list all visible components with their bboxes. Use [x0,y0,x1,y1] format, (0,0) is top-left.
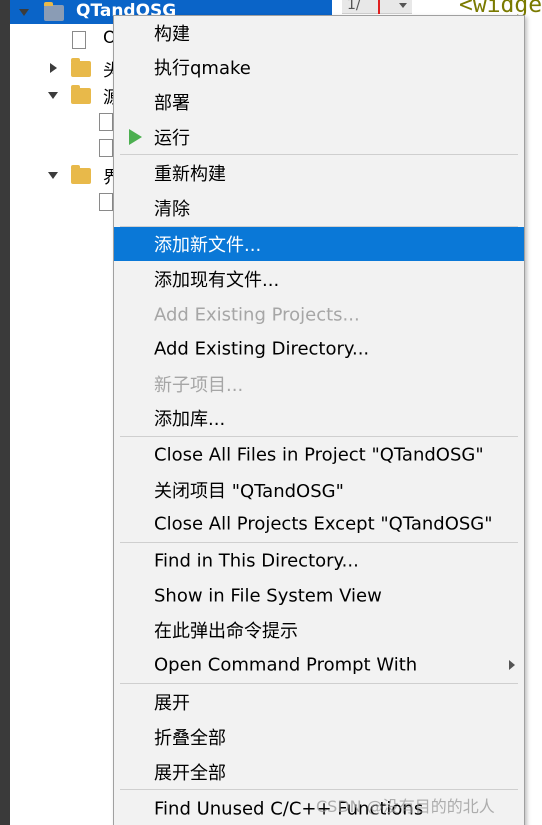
menu-item[interactable]: 关闭项目 "QTandOSG" [114,473,524,507]
project-folder-icon [44,2,64,21]
menu-item: 新子项目... [114,367,524,401]
menu-item-label: 在此弹出命令提示 [154,621,298,642]
menu-separator [120,436,518,437]
menu-item[interactable]: 重新构建 [114,156,524,190]
forms-folder-icon [71,165,91,184]
menu-item-label: Add Existing Directory... [154,338,370,360]
watermark-text: CSDN @没有目的的北人 [316,797,495,816]
menu-separator [120,154,518,155]
menu-item-label: Find in This Directory... [154,550,359,572]
menu-item-label: 构建 [154,24,190,45]
menu-separator [120,542,518,543]
menu-item-label: 运行 [154,128,190,149]
toolbar-text: 1/ [347,0,361,13]
toolbar-dropdown-icon[interactable] [399,3,407,8]
menu-item[interactable]: 运行 [114,120,524,154]
menu-item-label: 添加库... [154,409,226,430]
menu-item[interactable]: Add Existing Directory... [114,332,524,366]
menu-item[interactable]: Close All Files in Project "QTandOSG" [114,438,524,472]
tree-row[interactable] [10,136,120,160]
menu-separator [120,683,518,684]
menu-item[interactable]: 清除 [114,191,524,225]
menu-item[interactable]: 构建 [114,16,524,50]
menu-item-label: 添加新文件... [154,235,262,256]
headers-folder-icon [71,58,91,77]
menu-item-label: Open Command Prompt With [154,654,418,676]
menu-item[interactable]: Show in File System View [114,579,524,613]
menu-item[interactable]: 在此弹出命令提示 [114,613,524,647]
play-icon [129,129,142,145]
menu-item-label: 添加现有文件... [154,270,280,291]
menu-item-label: Add Existing Projects... [154,304,360,326]
expand-arrow-icon[interactable] [48,92,58,99]
menu-item-label: 折叠全部 [154,728,226,749]
left-gutter [0,0,10,825]
menu-separator [120,789,518,790]
menu-item[interactable]: 添加现有文件... [114,262,524,296]
menu-item[interactable]: 添加新文件... [114,227,524,261]
menu-item-label: 重新构建 [154,164,226,185]
tree-row[interactable]: 头 [10,56,120,81]
menu-item[interactable]: 展开全部 [114,755,524,789]
menu-item[interactable]: 展开 [114,685,524,719]
collapse-arrow-icon[interactable] [50,63,57,73]
menu-item[interactable]: 添加库... [114,401,524,435]
menu-item[interactable]: 折叠全部 [114,720,524,754]
menu-item-label: 展开全部 [154,763,226,784]
menu-item: Add Existing Projects... [114,298,524,332]
tree-row[interactable]: 界 [10,163,120,188]
tree-row[interactable] [10,110,120,134]
menu-item-label: 关闭项目 "QTandOSG" [154,481,344,502]
menu-item-label: 新子项目... [154,375,244,396]
menu-item-label: 部署 [154,93,190,114]
menu-item-label: Show in File System View [154,585,382,607]
menu-separator [120,226,518,227]
tree-row[interactable] [10,190,120,214]
expand-arrow-icon[interactable] [48,172,58,179]
sources-folder-icon [71,85,91,104]
toolbar-red-marker [378,0,380,14]
menu-item[interactable]: 执行qmake [114,50,524,84]
submenu-arrow-icon [509,660,515,670]
menu-item[interactable]: Open Command Prompt With [114,648,524,682]
menu-item-label: Close All Files in Project "QTandOSG" [154,444,484,466]
source-file-icon [99,113,113,131]
menu-item-label: 清除 [154,199,190,220]
form-file-icon [99,193,113,211]
context-menu: 构建执行qmake 部署运行重新构建清除添加新文件... 添加现有文件... Add … [113,15,525,825]
menu-item-label: Close All Projects Except "QTandOSG" [154,513,493,535]
menu-item-label: 展开 [154,693,190,714]
source-file-icon [99,139,113,157]
pro-file-icon [72,31,86,49]
menu-item-label: 执行qmake [154,58,251,79]
menu-item[interactable]: Find in This Directory... [114,544,524,578]
expand-arrow-icon[interactable] [19,9,29,16]
tree-row[interactable]: O [10,28,120,52]
tree-row[interactable]: 源 [10,83,120,108]
menu-item[interactable]: 部署 [114,85,524,119]
menu-item[interactable]: Close All Projects Except "QTandOSG" [114,507,524,541]
